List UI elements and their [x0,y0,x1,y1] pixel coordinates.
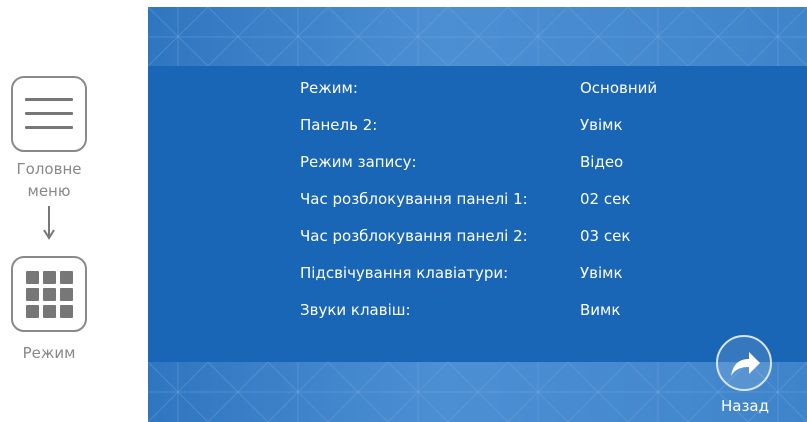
back-button[interactable]: Назад [713,335,777,415]
setting-label: Підсвічування клавіатури: [300,264,509,282]
setting-value: Основний [580,79,658,97]
main-menu-label-line2: меню [27,182,71,200]
settings-screen: Режим: Основний Панель 2: Увімк Режим за… [148,7,807,422]
setting-value: 02 сек [580,190,631,208]
main-menu-label-line1: Головне [16,160,82,178]
back-circle [716,335,772,391]
settings-row-mode[interactable]: Режим: Основний [300,77,720,114]
settings-row-key-sounds[interactable]: Звуки клавіш: Вимк [300,299,720,336]
main-menu-icon-button[interactable] [11,76,87,152]
setting-value: Вимк [580,301,621,319]
setting-label: Час розблокування панелі 1: [300,190,528,208]
mode-icon-button[interactable] [11,256,87,332]
settings-row-keyboard-backlight[interactable]: Підсвічування клавіатури: Увімк [300,262,720,299]
arrow-down-icon [43,206,55,240]
setting-label: Час розблокування панелі 2: [300,227,528,245]
hamburger-menu-icon [25,98,73,140]
setting-label: Звуки клавіш: [300,301,411,319]
settings-row-unlock-time-panel2[interactable]: Час розблокування панелі 2: 03 сек [300,225,720,262]
forward-arrow-icon [731,352,760,376]
setting-value: Відео [580,153,624,171]
bottom-decorative-band [148,362,807,422]
setting-label: Панель 2: [300,116,378,134]
back-label: Назад [720,397,769,415]
settings-row-record-mode[interactable]: Режим запису: Відео [300,151,720,188]
settings-list: Режим: Основний Панель 2: Увімк Режим за… [300,77,720,336]
setting-value: 03 сек [580,227,631,245]
settings-row-panel2[interactable]: Панель 2: Увімк [300,114,720,151]
mode-label: Режим [22,344,76,362]
main-menu-label: Головне меню [0,158,98,202]
setting-label: Режим: [300,79,358,97]
setting-value: Увімк [580,116,623,134]
setting-label: Режим запису: [300,153,417,171]
settings-row-unlock-time-panel1[interactable]: Час розблокування панелі 1: 02 сек [300,188,720,225]
top-decorative-band [148,7,807,66]
setting-value: Увімк [580,264,623,282]
grid-icon [26,271,73,318]
